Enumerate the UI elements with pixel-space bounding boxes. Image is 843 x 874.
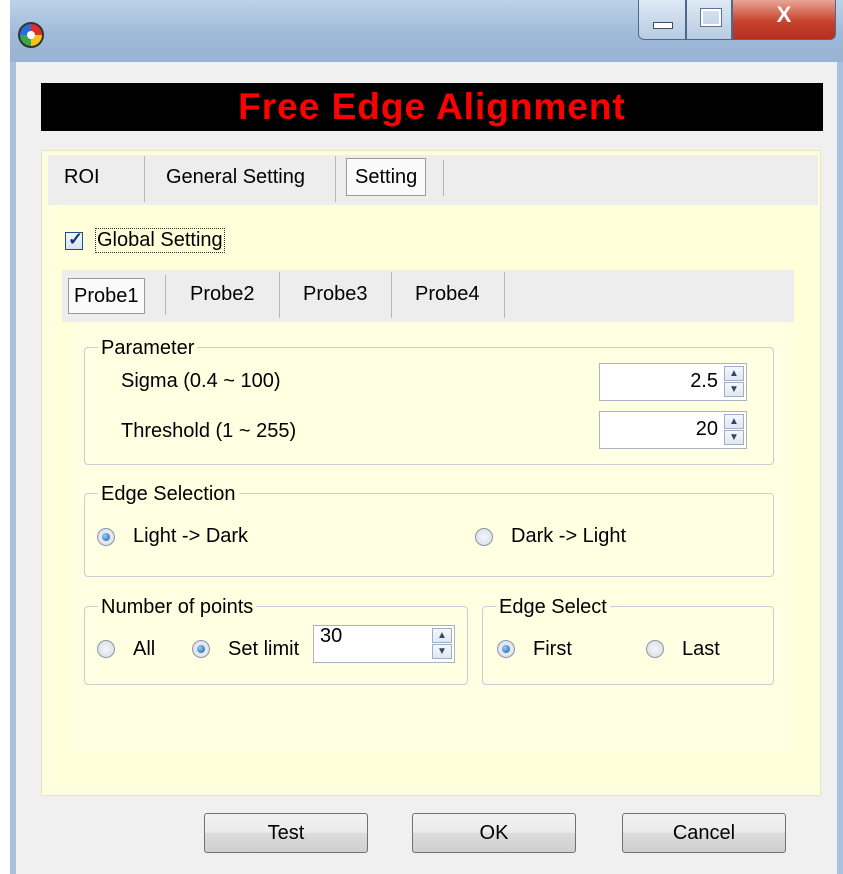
spin-down-icon[interactable]: ▼	[724, 430, 744, 445]
dark-to-light-label[interactable]: Dark -> Light	[511, 524, 626, 548]
point-limit-spin-arrows[interactable]: ▲ ▼	[432, 628, 452, 660]
close-button[interactable]: X	[732, 0, 836, 40]
cancel-button[interactable]: Cancel	[622, 813, 786, 853]
maximize-button[interactable]	[686, 0, 732, 40]
edge-select-group-title: Edge Select	[496, 595, 610, 619]
close-icon: X	[776, 2, 792, 27]
window-border-left	[10, 62, 16, 874]
point-limit-value[interactable]: 30	[320, 625, 342, 648]
banner-title: Free Edge Alignment	[238, 86, 626, 127]
global-setting-label[interactable]: Global Setting	[95, 228, 225, 253]
tab-separator	[443, 160, 444, 196]
set-limit-radio[interactable]	[192, 640, 210, 658]
last-edge-label[interactable]: Last	[682, 637, 720, 661]
minimize-button[interactable]	[638, 0, 686, 40]
app-icon[interactable]	[18, 22, 44, 48]
tab-setting[interactable]: Setting	[346, 158, 427, 196]
last-edge-radio[interactable]	[646, 640, 664, 658]
tab-probe2[interactable]: Probe2	[166, 272, 280, 318]
all-points-radio[interactable]	[97, 640, 115, 658]
threshold-value[interactable]: 20	[696, 418, 718, 441]
checkmark-icon: ✓	[68, 229, 84, 249]
threshold-label: Threshold (1 ~ 255)	[121, 420, 297, 442]
global-setting-checkbox[interactable]: ✓	[65, 229, 84, 250]
set-limit-label[interactable]: Set limit	[228, 637, 299, 661]
first-edge-radio[interactable]	[497, 640, 515, 658]
tab-probe1[interactable]: Probe1	[68, 278, 145, 314]
spin-down-icon[interactable]: ▼	[432, 644, 452, 659]
sigma-value[interactable]: 2.5	[690, 370, 718, 393]
dark-to-light-radio[interactable]	[475, 528, 493, 546]
spin-up-icon[interactable]: ▲	[724, 366, 744, 381]
spin-down-icon[interactable]: ▼	[724, 382, 744, 397]
tab-separator	[165, 275, 166, 315]
sigma-spin-arrows[interactable]: ▲ ▼	[724, 366, 744, 398]
light-to-dark-radio[interactable]	[97, 528, 115, 546]
tab-roi[interactable]: ROI	[48, 156, 145, 202]
light-to-dark-label[interactable]: Light -> Dark	[133, 524, 248, 548]
tab-probe3[interactable]: Probe3	[281, 272, 392, 318]
first-edge-label[interactable]: First	[533, 637, 572, 661]
window-border-right	[837, 62, 843, 874]
threshold-spin-arrows[interactable]: ▲ ▼	[724, 414, 744, 446]
tab-general-setting[interactable]: General Setting	[146, 156, 336, 202]
maximize-icon	[700, 8, 722, 27]
edge-selection-group-title: Edge Selection	[98, 482, 239, 506]
number-of-points-group-title: Number of points	[98, 595, 257, 619]
ok-button[interactable]: OK	[412, 813, 576, 853]
sigma-label: Sigma (0.4 ~ 100)	[121, 370, 281, 392]
minimize-icon	[653, 22, 673, 29]
threshold-spinbox[interactable]: 20 ▲ ▼	[599, 411, 747, 449]
title-banner: Free Edge Alignment	[41, 83, 823, 131]
point-limit-spinbox[interactable]: 30 ▲ ▼	[313, 625, 455, 663]
test-button[interactable]: Test	[204, 813, 368, 853]
all-points-label[interactable]: All	[133, 637, 155, 661]
desktop-edge	[0, 0, 10, 874]
tab-probe4[interactable]: Probe4	[393, 272, 505, 318]
parameter-group-title: Parameter	[98, 336, 198, 360]
spin-up-icon[interactable]: ▲	[432, 628, 452, 643]
spin-up-icon[interactable]: ▲	[724, 414, 744, 429]
sigma-spinbox[interactable]: 2.5 ▲ ▼	[599, 363, 747, 401]
